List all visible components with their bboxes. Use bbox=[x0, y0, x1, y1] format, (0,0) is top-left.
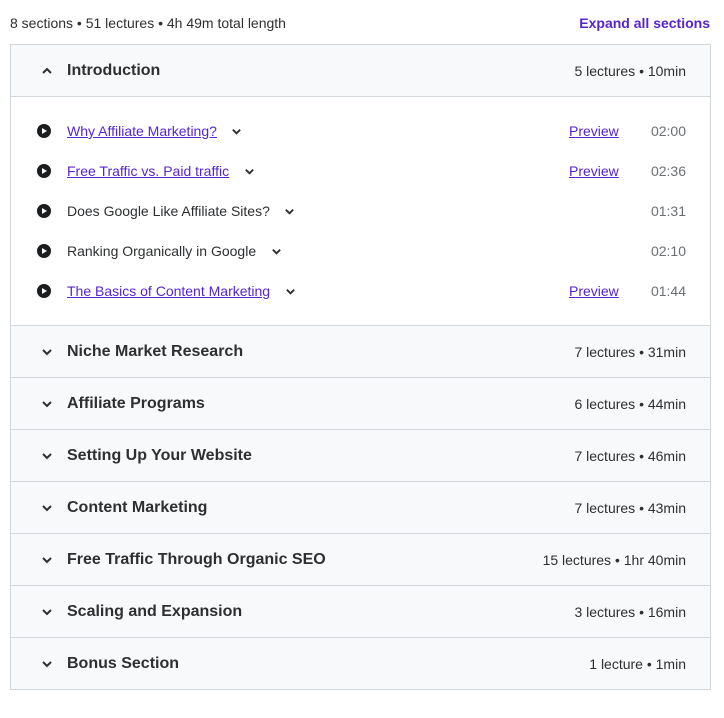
section-meta: 15 lectures • 1hr 40min bbox=[542, 551, 686, 568]
chevron-down-icon[interactable] bbox=[278, 199, 302, 223]
section-title: Setting Up Your Website bbox=[67, 446, 252, 464]
curriculum-accordion: Introduction 5 lectures • 10min Why Affi… bbox=[10, 44, 711, 690]
play-icon bbox=[37, 204, 51, 218]
section-meta: 1 lecture • 1min bbox=[589, 655, 686, 672]
lecture-duration: 02:00 bbox=[650, 123, 686, 139]
section-title: Content Marketing bbox=[67, 498, 208, 516]
section-title: Bonus Section bbox=[67, 654, 180, 672]
lecture-item: Why Affiliate Marketing? Preview 02:00 bbox=[11, 111, 710, 151]
curriculum-header: 8 sections • 51 lectures • 4h 49m total … bbox=[10, 12, 710, 34]
chevron-down-icon[interactable] bbox=[237, 159, 261, 183]
chevron-down-icon bbox=[37, 606, 57, 618]
lecture-title-link[interactable]: Free Traffic vs. Paid traffic bbox=[67, 163, 229, 179]
chevron-down-icon bbox=[37, 450, 57, 462]
section-header-scaling-and-expansion[interactable]: Scaling and Expansion 3 lectures • 16min bbox=[11, 586, 710, 638]
chevron-down-icon bbox=[37, 502, 57, 514]
play-icon bbox=[37, 164, 51, 178]
chevron-down-icon bbox=[37, 346, 57, 358]
chevron-down-icon bbox=[37, 398, 57, 410]
chevron-down-icon bbox=[37, 658, 57, 670]
section-header-introduction[interactable]: Introduction 5 lectures • 10min bbox=[11, 45, 710, 97]
section-meta: 7 lectures • 43min bbox=[574, 499, 686, 516]
section-title: Free Traffic Through Organic SEO bbox=[67, 550, 326, 568]
section-meta: 3 lectures • 16min bbox=[574, 603, 686, 620]
lecture-title: Ranking Organically in Google bbox=[67, 243, 257, 259]
section-meta: 5 lectures • 10min bbox=[574, 62, 686, 79]
lecture-duration: 02:10 bbox=[650, 243, 686, 259]
section-header-content-marketing[interactable]: Content Marketing 7 lectures • 43min bbox=[11, 482, 710, 534]
section-header-niche-market-research[interactable]: Niche Market Research 7 lectures • 31min bbox=[11, 326, 710, 378]
section-title: Affiliate Programs bbox=[67, 394, 205, 412]
section-meta: 7 lectures • 31min bbox=[574, 343, 686, 360]
section-meta: 6 lectures • 44min bbox=[574, 395, 686, 412]
lecture-duration: 02:36 bbox=[650, 163, 686, 179]
section-header-affiliate-programs[interactable]: Affiliate Programs 6 lectures • 44min bbox=[11, 378, 710, 430]
lecture-duration: 01:31 bbox=[650, 203, 686, 219]
play-icon bbox=[37, 124, 51, 138]
play-icon bbox=[37, 284, 51, 298]
preview-link[interactable]: Preview bbox=[569, 123, 619, 139]
preview-link[interactable]: Preview bbox=[569, 283, 619, 299]
expand-all-sections-button[interactable]: Expand all sections bbox=[579, 15, 710, 31]
lecture-duration: 01:44 bbox=[650, 283, 686, 299]
lecture-item: Free Traffic vs. Paid traffic Preview 02… bbox=[11, 151, 710, 191]
lecture-title-link[interactable]: Why Affiliate Marketing? bbox=[67, 123, 217, 139]
lecture-item: Ranking Organically in Google 02:10 bbox=[11, 231, 710, 271]
section-header-bonus-section[interactable]: Bonus Section 1 lecture • 1min bbox=[11, 638, 710, 690]
section-title: Scaling and Expansion bbox=[67, 602, 243, 620]
chevron-down-icon bbox=[37, 554, 57, 566]
section-header-free-traffic-organic-seo[interactable]: Free Traffic Through Organic SEO 15 lect… bbox=[11, 534, 710, 586]
section-meta: 7 lectures • 46min bbox=[574, 447, 686, 464]
section-title: Introduction bbox=[67, 61, 161, 79]
course-summary: 8 sections • 51 lectures • 4h 49m total … bbox=[10, 15, 286, 31]
chevron-down-icon[interactable] bbox=[278, 279, 302, 303]
section-content-introduction: Why Affiliate Marketing? Preview 02:00 F… bbox=[11, 97, 710, 326]
play-icon bbox=[37, 244, 51, 258]
chevron-up-icon bbox=[37, 65, 57, 77]
chevron-down-icon[interactable] bbox=[225, 119, 249, 143]
lecture-title-link[interactable]: The Basics of Content Marketing bbox=[67, 283, 270, 299]
section-title: Niche Market Research bbox=[67, 342, 244, 360]
section-header-setting-up-your-website[interactable]: Setting Up Your Website 7 lectures • 46m… bbox=[11, 430, 710, 482]
lecture-title: Does Google Like Affiliate Sites? bbox=[67, 203, 270, 219]
chevron-down-icon[interactable] bbox=[264, 239, 288, 263]
lecture-item: The Basics of Content Marketing Preview … bbox=[11, 271, 710, 311]
lecture-item: Does Google Like Affiliate Sites? 01:31 bbox=[11, 191, 710, 231]
preview-link[interactable]: Preview bbox=[569, 163, 619, 179]
